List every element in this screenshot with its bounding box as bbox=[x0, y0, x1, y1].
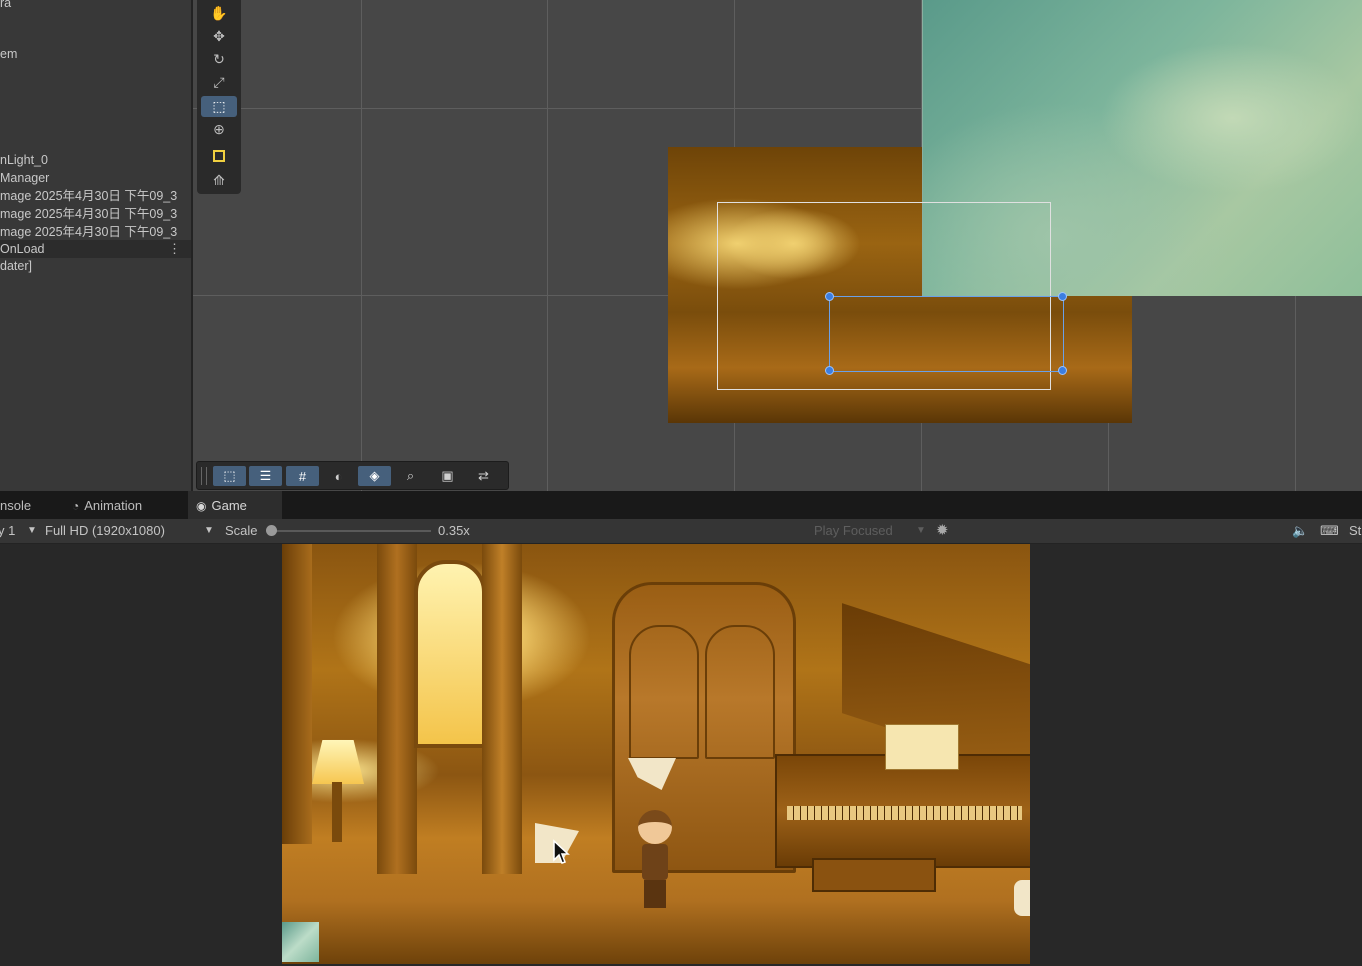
transform-tool-icon[interactable]: ⊕ bbox=[201, 119, 237, 140]
player-character[interactable] bbox=[632, 810, 678, 910]
bug-icon[interactable]: ✹ bbox=[936, 519, 949, 543]
rect-handle[interactable] bbox=[825, 366, 834, 375]
monitor-icon[interactable]: ▣ bbox=[431, 466, 464, 486]
wardrobe-door bbox=[629, 625, 699, 759]
scene-overlay-toolbar: ⬚ ☰ # ◐ ◈ ⌕ ▣ ⇄ bbox=[196, 461, 509, 490]
chevron-down-icon: ▼ bbox=[916, 525, 926, 536]
wardrobe-door bbox=[705, 625, 775, 759]
hierarchy-item[interactable]: Manager bbox=[0, 169, 49, 187]
display-select[interactable]: y 1 bbox=[0, 519, 15, 543]
scale-slider-track[interactable] bbox=[271, 530, 431, 532]
curtain bbox=[482, 544, 522, 874]
piano-bench bbox=[812, 858, 936, 892]
bottom-tab-bar: nsole ◔ Animation ◉ Game bbox=[0, 491, 1362, 519]
hand-tool-icon[interactable]: ✋ bbox=[201, 3, 237, 24]
scale-slider-knob[interactable] bbox=[266, 525, 277, 536]
tab-label: nsole bbox=[0, 498, 32, 513]
custom-tool-icon[interactable] bbox=[201, 145, 237, 166]
move-tool-icon[interactable]: ✥ bbox=[201, 26, 237, 47]
scene-view[interactable]: ✋ ✥ ↻ ⤢ ⬚ ⊕ ⟰ ⬚ ☰ # ◐ ◈ ⌕ ▣ ⇄ bbox=[191, 0, 1362, 491]
lamp bbox=[312, 740, 364, 784]
rotate-tool-icon[interactable]: ↻ bbox=[201, 49, 237, 70]
path-tool-icon[interactable]: ⟰ bbox=[201, 170, 237, 191]
hierarchy-panel: ra em nLight_0 Manager mage 2025年4月30日 下… bbox=[0, 0, 191, 491]
rect-handle[interactable] bbox=[825, 292, 834, 301]
hierarchy-item[interactable]: mage 2025年4月30日 下午09_3 bbox=[0, 223, 177, 241]
lamp-stand bbox=[332, 782, 342, 842]
tab-animation[interactable]: ◔ Animation bbox=[64, 491, 150, 519]
grid-snap-icon[interactable]: # bbox=[286, 466, 319, 486]
hierarchy-item[interactable]: mage 2025年4月30日 下午09_3 bbox=[0, 205, 177, 223]
scale-label: Scale bbox=[225, 523, 258, 538]
window bbox=[414, 560, 486, 748]
character-body bbox=[642, 844, 668, 880]
hierarchy-item[interactable]: em bbox=[0, 45, 17, 63]
hierarchy-item[interactable]: nLight_0 bbox=[0, 151, 48, 169]
character-legs bbox=[644, 880, 666, 908]
rect-handle[interactable] bbox=[1058, 366, 1067, 375]
character-head bbox=[638, 810, 672, 844]
rect-handle[interactable] bbox=[1058, 292, 1067, 301]
thumbnail-image[interactable] bbox=[282, 922, 319, 962]
zoom-icon[interactable]: ⌕ bbox=[394, 466, 427, 486]
speaker-icon[interactable]: 🔈 bbox=[1292, 519, 1308, 543]
layers-icon[interactable]: ◈ bbox=[358, 466, 391, 486]
scale-tool-icon[interactable]: ⤢ bbox=[201, 72, 237, 93]
stats-button[interactable]: St bbox=[1349, 519, 1361, 543]
scene-tool-palette: ✋ ✥ ↻ ⤢ ⬚ ⊕ ⟰ bbox=[197, 0, 241, 194]
hierarchy-item-selected[interactable]: OnLoad ⋮ bbox=[0, 240, 191, 258]
sheet-music bbox=[885, 724, 959, 770]
rect-icon[interactable]: ⬚ bbox=[213, 466, 246, 486]
tab-label: Game bbox=[211, 498, 247, 513]
chevron-down-icon: ▼ bbox=[27, 525, 37, 536]
piano-keys bbox=[787, 806, 1022, 820]
kebab-menu-icon[interactable]: ⋮ bbox=[168, 240, 181, 258]
grid-line bbox=[547, 0, 548, 491]
hierarchy-item[interactable]: dater] bbox=[0, 257, 32, 275]
gamepad-icon: ◉ bbox=[196, 499, 207, 513]
tab-game[interactable]: ◉ Game bbox=[188, 491, 282, 519]
hierarchy-item-label: OnLoad bbox=[0, 242, 45, 256]
tab-console[interactable]: nsole bbox=[0, 491, 39, 519]
align-icon[interactable]: ☰ bbox=[249, 466, 282, 486]
circle-icon[interactable]: ◐ bbox=[322, 466, 355, 486]
game-toolbar: y 1 ▼ Full HD (1920x1080) ▼ Scale 0.35x … bbox=[0, 519, 1362, 544]
scale-value: 0.35x bbox=[438, 523, 470, 538]
resolution-select[interactable]: Full HD (1920x1080) bbox=[45, 519, 165, 543]
play-mode-select[interactable]: Play Focused bbox=[814, 519, 893, 543]
curtain bbox=[282, 544, 312, 844]
grid-line bbox=[361, 0, 362, 491]
curtain bbox=[377, 544, 417, 874]
rect-transform-gizmo[interactable] bbox=[829, 296, 1064, 372]
chevron-down-icon: ▼ bbox=[204, 525, 214, 536]
rect-tool-icon[interactable]: ⬚ bbox=[201, 96, 237, 117]
hierarchy-item[interactable]: ra bbox=[0, 0, 11, 12]
game-view[interactable] bbox=[0, 544, 1362, 966]
game-render-frame[interactable] bbox=[282, 544, 1030, 964]
paper-fragment[interactable] bbox=[1014, 880, 1030, 916]
hierarchy-item[interactable]: mage 2025年4月30日 下午09_3 bbox=[0, 187, 177, 205]
tab-label: Animation bbox=[84, 498, 143, 513]
drag-handle[interactable] bbox=[201, 467, 207, 485]
keyboard-icon[interactable]: ⌨ bbox=[1320, 519, 1339, 543]
mouse-cursor-icon bbox=[553, 839, 570, 864]
shuffle-icon[interactable]: ⇄ bbox=[467, 466, 500, 486]
clock-icon: ◔ bbox=[72, 499, 80, 513]
